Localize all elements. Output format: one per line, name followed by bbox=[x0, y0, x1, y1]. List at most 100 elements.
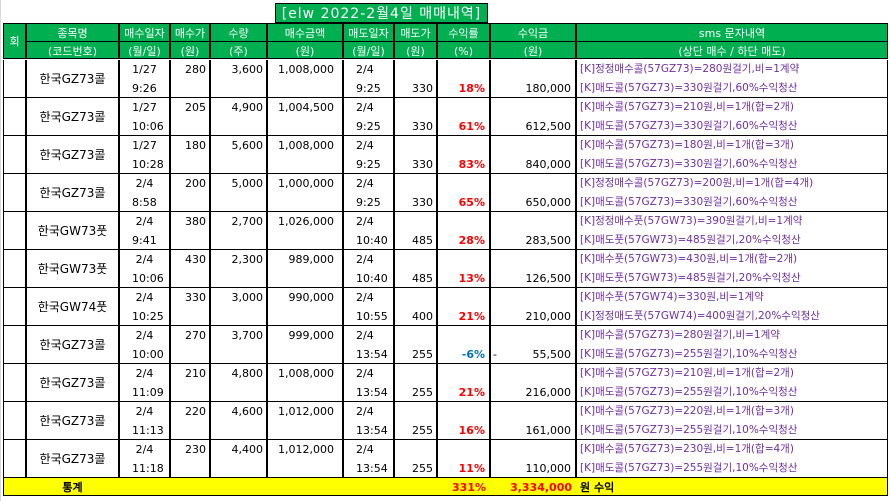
row-empty-cell bbox=[437, 60, 490, 79]
header-col10-top: sms 문자내역 bbox=[576, 23, 888, 41]
row-empty-cell bbox=[267, 421, 343, 440]
row-negative-mark bbox=[493, 79, 505, 98]
row-empty-cell bbox=[394, 288, 437, 307]
row-negative-mark bbox=[493, 117, 505, 136]
row-return-pct: 13% bbox=[437, 269, 490, 288]
totals-profit: 3,334,000 bbox=[490, 478, 576, 496]
row-empty-cell bbox=[437, 212, 490, 231]
row-buy-date: 1/27 bbox=[119, 60, 170, 79]
row-empty-cell bbox=[267, 79, 343, 98]
row-sms-buy: [K]매수콜(57GZ73)=210원,비=1개(합=2개) bbox=[576, 98, 888, 117]
row-round-cell bbox=[3, 364, 26, 402]
row-buy-price: 180 bbox=[170, 136, 210, 155]
row-buy-date: 2/4 bbox=[119, 288, 170, 307]
row-sell-price: 330 bbox=[394, 193, 437, 212]
row-sell-time: 10:40 bbox=[343, 269, 394, 288]
row-return-pct: 61% bbox=[437, 117, 490, 136]
row-sell-price: 485 bbox=[394, 269, 437, 288]
row-round-cell bbox=[3, 326, 26, 364]
header-col5-top: 매수금액 bbox=[267, 23, 343, 41]
header-col10-bottom: (상단 매수 / 하단 매도) bbox=[576, 41, 888, 59]
row-stock-name: 한국GZ73콜 bbox=[26, 174, 119, 212]
row-buy-date: 2/4 bbox=[119, 440, 170, 459]
row-round-cell bbox=[3, 440, 26, 478]
row-empty-cell bbox=[394, 402, 437, 421]
row-buy-amount: 1,004,500 bbox=[267, 98, 343, 117]
row-buy-price: 380 bbox=[170, 212, 210, 231]
row-empty-cell bbox=[267, 231, 343, 250]
row-empty-cell bbox=[394, 326, 437, 345]
row-negative-mark bbox=[493, 421, 505, 440]
row-sell-date: 2/4 bbox=[343, 98, 394, 117]
row-sell-time: 10:55 bbox=[343, 307, 394, 326]
row-empty-cell bbox=[394, 60, 437, 79]
row-buy-date: 2/4 bbox=[119, 174, 170, 193]
row-sms-sell: [K]매도콜(57GZ73)=330원걸기,60%수익청산 bbox=[576, 193, 888, 212]
row-buy-amount: 1,026,000 bbox=[267, 212, 343, 231]
row-buy-date: 2/4 bbox=[119, 250, 170, 269]
row-return-pct: 83% bbox=[437, 155, 490, 174]
row-buy-price: 205 bbox=[170, 98, 210, 117]
row-sell-time: 9:25 bbox=[343, 155, 394, 174]
row-empty-cell bbox=[267, 459, 343, 478]
row-negative-mark bbox=[493, 193, 505, 212]
row-buy-amount: 989,000 bbox=[267, 250, 343, 269]
row-buy-time: 10:28 bbox=[119, 155, 170, 174]
row-sell-date: 2/4 bbox=[343, 212, 394, 231]
row-buy-price: 220 bbox=[170, 402, 210, 421]
row-sms-buy: [K]매수풋(57GW74)=330원,비=1계약 bbox=[576, 288, 888, 307]
row-return-pct: 18% bbox=[437, 79, 490, 98]
row-empty-cell bbox=[170, 459, 210, 478]
row-negative-mark bbox=[493, 269, 505, 288]
row-empty-cell bbox=[394, 136, 437, 155]
row-sms-sell: [K]매도풋(57GW73)=485원걸기,20%수익청산 bbox=[576, 231, 888, 250]
row-round-cell bbox=[3, 98, 26, 136]
row-sell-price: 400 bbox=[394, 307, 437, 326]
row-buy-amount: 1,008,000 bbox=[267, 364, 343, 383]
row-empty-cell bbox=[267, 307, 343, 326]
row-sms-sell: [K]매도풋(57GW73)=485원걸기,20%수익청산 bbox=[576, 269, 888, 288]
row-sell-time: 9:25 bbox=[343, 79, 394, 98]
row-round-cell bbox=[3, 174, 26, 212]
row-empty-cell bbox=[437, 326, 490, 345]
row-quantity: 4,400 bbox=[210, 440, 267, 459]
row-sms-buy: [K]매수풋(57GW73)=430원,비=1개(합=2개) bbox=[576, 250, 888, 269]
row-sell-price: 330 bbox=[394, 155, 437, 174]
row-buy-amount: 1,008,000 bbox=[267, 136, 343, 155]
row-buy-time: 9:26 bbox=[119, 79, 170, 98]
row-sms-sell: [K]매도콜(57GZ73)=255원걸기,10%수익청산 bbox=[576, 383, 888, 402]
row-empty-cell bbox=[490, 364, 576, 383]
row-return-pct: 28% bbox=[437, 231, 490, 250]
row-return-pct: 21% bbox=[437, 307, 490, 326]
row-sell-date: 2/4 bbox=[343, 250, 394, 269]
row-buy-time: 10:06 bbox=[119, 269, 170, 288]
row-quantity: 5,000 bbox=[210, 174, 267, 193]
header-col7-bottom: (원) bbox=[394, 41, 437, 59]
row-sell-date: 2/4 bbox=[343, 136, 394, 155]
row-empty-cell bbox=[267, 383, 343, 402]
row-empty-cell bbox=[437, 364, 490, 383]
row-stock-name: 한국GW73풋 bbox=[26, 212, 119, 250]
totals-return-pct: 331% bbox=[437, 478, 490, 496]
header-col4-top: 수량 bbox=[210, 23, 267, 41]
row-empty-cell bbox=[210, 155, 267, 174]
row-empty-cell bbox=[394, 250, 437, 269]
row-sell-date: 2/4 bbox=[343, 60, 394, 79]
row-return-pct: -6% bbox=[437, 345, 490, 364]
row-stock-name: 한국GZ73콜 bbox=[26, 402, 119, 440]
row-empty-cell bbox=[490, 326, 576, 345]
header-col6-top: 매도일자 bbox=[343, 23, 394, 41]
row-empty-cell bbox=[394, 212, 437, 231]
row-empty-cell bbox=[437, 174, 490, 193]
row-buy-amount: 1,012,000 bbox=[267, 440, 343, 459]
totals-label: 통계 bbox=[26, 478, 119, 496]
row-buy-price: 200 bbox=[170, 174, 210, 193]
row-buy-date: 1/27 bbox=[119, 136, 170, 155]
row-empty-cell bbox=[437, 440, 490, 459]
row-round-cell bbox=[3, 288, 26, 326]
row-quantity: 4,900 bbox=[210, 98, 267, 117]
row-sell-date: 2/4 bbox=[343, 402, 394, 421]
row-quantity: 3,600 bbox=[210, 60, 267, 79]
row-sell-price: 255 bbox=[394, 345, 437, 364]
header-col4-bottom: (주) bbox=[210, 41, 267, 59]
